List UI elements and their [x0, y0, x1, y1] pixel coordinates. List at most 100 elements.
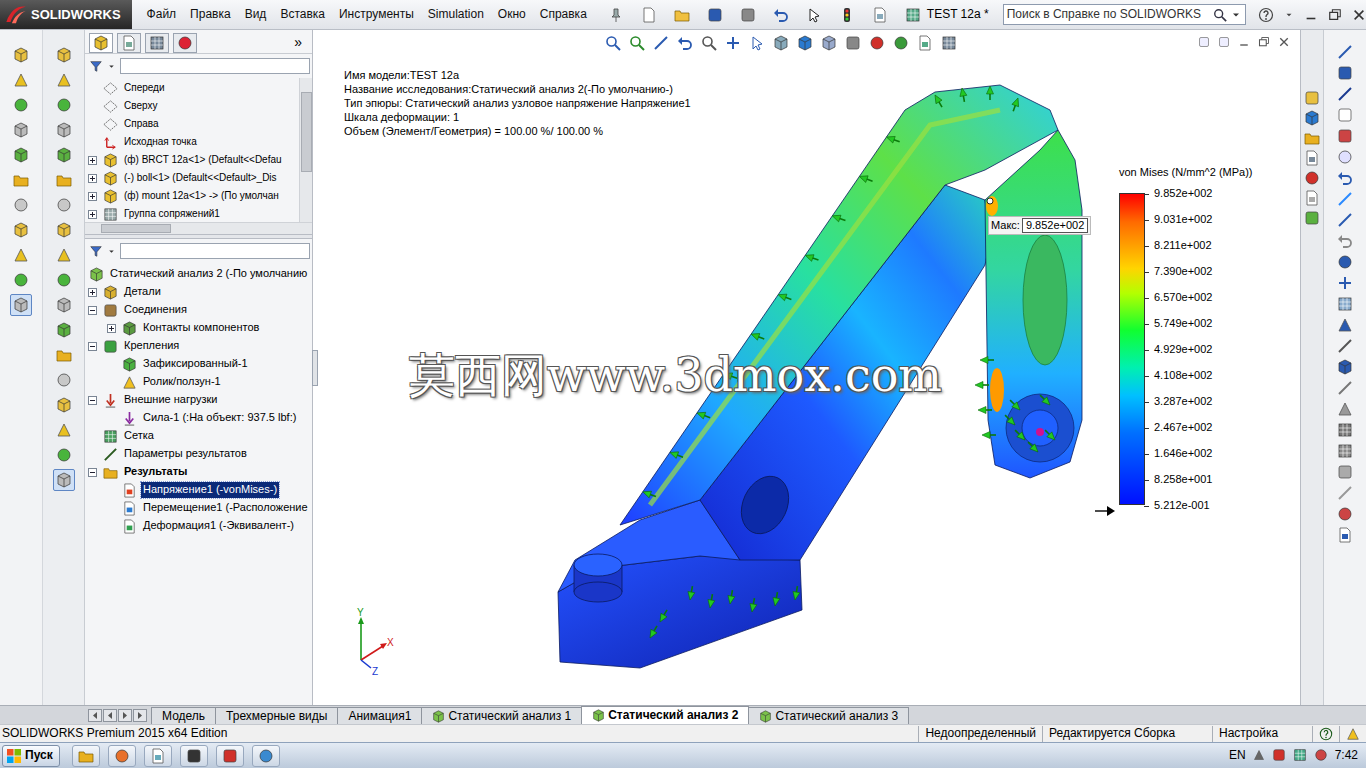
tree-item[interactable]: Напряжение1 (-vonMises-) — [85, 481, 312, 499]
task-pane-icon[interactable] — [1304, 130, 1320, 146]
tree-label[interactable]: Справа — [122, 117, 161, 131]
search-field[interactable] — [1007, 7, 1210, 21]
tree-item[interactable]: (-) boll<1> (Default<<Default>_Dis — [85, 169, 299, 187]
tree-item[interactable]: Сверху — [85, 97, 299, 115]
tab-prev-icon[interactable] — [103, 709, 117, 722]
options-icon[interactable] — [905, 7, 921, 23]
tree-item[interactable]: Сила-1 (:На объект: 937.5 lbf:) — [85, 409, 312, 427]
menu-item[interactable]: Вид — [238, 5, 274, 23]
sketch-tool-icon[interactable] — [1337, 485, 1353, 501]
tree-item[interactable]: Справа — [85, 115, 299, 133]
sketch-tool-icon[interactable] — [1337, 149, 1353, 165]
tree-item[interactable]: Сетка — [85, 427, 312, 445]
sketch-tool-icon[interactable] — [1337, 422, 1353, 438]
toolbar-button[interactable] — [10, 144, 32, 166]
select-icon[interactable] — [806, 7, 822, 23]
toolbar-button[interactable] — [53, 344, 75, 366]
toolbar-button[interactable] — [53, 369, 75, 391]
toolbar-button[interactable] — [53, 119, 75, 141]
scroll-thumb[interactable] — [301, 92, 312, 172]
view-tool-icon[interactable] — [653, 35, 669, 51]
dropdown-arrow-icon[interactable] — [107, 247, 116, 256]
minimize-icon[interactable] — [1238, 36, 1250, 48]
sketch-tool-icon[interactable] — [1337, 296, 1353, 312]
pin-icon[interactable] — [608, 7, 624, 23]
document-tab[interactable]: Статический анализ 3 — [748, 707, 909, 724]
toolbar-button[interactable] — [10, 44, 32, 66]
sketch-tool-icon[interactable] — [1337, 338, 1353, 354]
sketch-tool-icon[interactable] — [1337, 401, 1353, 417]
toolbar-button[interactable] — [10, 194, 32, 216]
tips-icon[interactable] — [1346, 727, 1360, 741]
tree-label[interactable]: Зафиксированный-1 — [141, 356, 250, 371]
tree-label[interactable]: (ф) mount 12a<1> -> (По умолчан — [122, 189, 281, 203]
tree-item[interactable]: Зафиксированный-1 — [85, 355, 312, 373]
manager-tab[interactable] — [173, 33, 197, 53]
tree-item[interactable]: Статический анализ 2 (-По умолчанию — [85, 265, 312, 283]
dropdown-arrow-icon[interactable] — [107, 62, 116, 71]
expander-icon[interactable] — [107, 324, 116, 333]
sketch-tool-icon[interactable] — [1337, 254, 1353, 270]
help-search[interactable] — [1003, 4, 1246, 25]
toolbar-button[interactable] — [53, 294, 75, 316]
menu-item[interactable]: Окно — [491, 5, 533, 23]
tree-label[interactable]: Крепления — [122, 338, 181, 353]
collapse-handle[interactable] — [312, 350, 318, 386]
menu-item[interactable]: Simulation — [421, 5, 491, 23]
tree-label[interactable]: Перемещение1 (-Расположение — [141, 500, 310, 515]
sketch-tool-icon[interactable] — [1337, 128, 1353, 144]
tab-last-icon[interactable] — [133, 709, 147, 722]
filter-field[interactable] — [120, 243, 310, 259]
document-tab[interactable]: Трехмерные виды — [215, 707, 338, 724]
menu-item[interactable]: Вставка — [273, 5, 332, 23]
task-pane-icon[interactable] — [1304, 170, 1320, 186]
manager-tab[interactable] — [117, 33, 141, 53]
view-tool-icon[interactable] — [605, 35, 621, 51]
view-tool-icon[interactable] — [869, 35, 885, 51]
expander-icon[interactable] — [88, 468, 97, 477]
filter-field[interactable] — [120, 58, 310, 74]
vertical-scrollbar[interactable] — [299, 78, 312, 222]
menu-item[interactable]: Правка — [183, 5, 238, 23]
view-tool-icon[interactable] — [845, 35, 861, 51]
tree-label[interactable]: Группа сопряжений1 — [122, 207, 222, 221]
rebuild-icon[interactable] — [839, 7, 855, 23]
minimize-icon[interactable] — [1304, 8, 1318, 22]
tree-filter[interactable] — [89, 57, 310, 75]
sketch-tool-icon[interactable] — [1337, 317, 1353, 333]
expander-icon[interactable] — [88, 396, 97, 405]
tab-first-icon[interactable] — [88, 709, 102, 722]
sketch-tool-icon[interactable] — [1337, 275, 1353, 291]
view-tool-icon[interactable] — [749, 35, 765, 51]
tree-item[interactable]: Детали — [85, 283, 312, 301]
tree-item[interactable]: Группа сопряжений1 — [85, 205, 299, 223]
toolbar-button[interactable] — [10, 94, 32, 116]
tree-item[interactable]: Исходная точка — [85, 133, 299, 151]
task-pane-icon[interactable] — [1304, 150, 1320, 166]
save-icon[interactable] — [707, 7, 723, 23]
new-document-icon[interactable] — [641, 7, 657, 23]
expander-icon[interactable] — [88, 306, 97, 315]
tree-label[interactable]: Параметры результатов — [122, 446, 249, 461]
sketch-tool-icon[interactable] — [1337, 86, 1353, 102]
tree-item[interactable]: Деформация1 (-Эквивалент-) — [85, 517, 312, 535]
tree-filter[interactable] — [89, 242, 310, 260]
taskbar-app[interactable] — [108, 745, 136, 767]
help-icon[interactable] — [1319, 727, 1333, 741]
tree-item[interactable]: Результаты — [85, 463, 312, 481]
expander-icon[interactable] — [88, 288, 97, 297]
undo-icon[interactable] — [773, 7, 789, 23]
sketch-tool-icon[interactable] — [1337, 65, 1353, 81]
toolbar-button[interactable] — [10, 244, 32, 266]
filter-icon[interactable] — [89, 244, 103, 258]
tree-item[interactable]: Спереди — [85, 79, 299, 97]
document-tab[interactable]: Статический анализ 1 — [421, 707, 582, 724]
search-icon[interactable] — [1213, 8, 1227, 22]
status-field[interactable]: Настройка — [1212, 726, 1312, 742]
expander-icon[interactable] — [88, 210, 97, 219]
pointer-icon[interactable] — [1095, 504, 1117, 518]
toolbar-button[interactable] — [10, 119, 32, 141]
tile-view-icon[interactable] — [1218, 36, 1230, 48]
toolbar-button[interactable] — [53, 444, 75, 466]
split-view-icon[interactable] — [1198, 36, 1210, 48]
